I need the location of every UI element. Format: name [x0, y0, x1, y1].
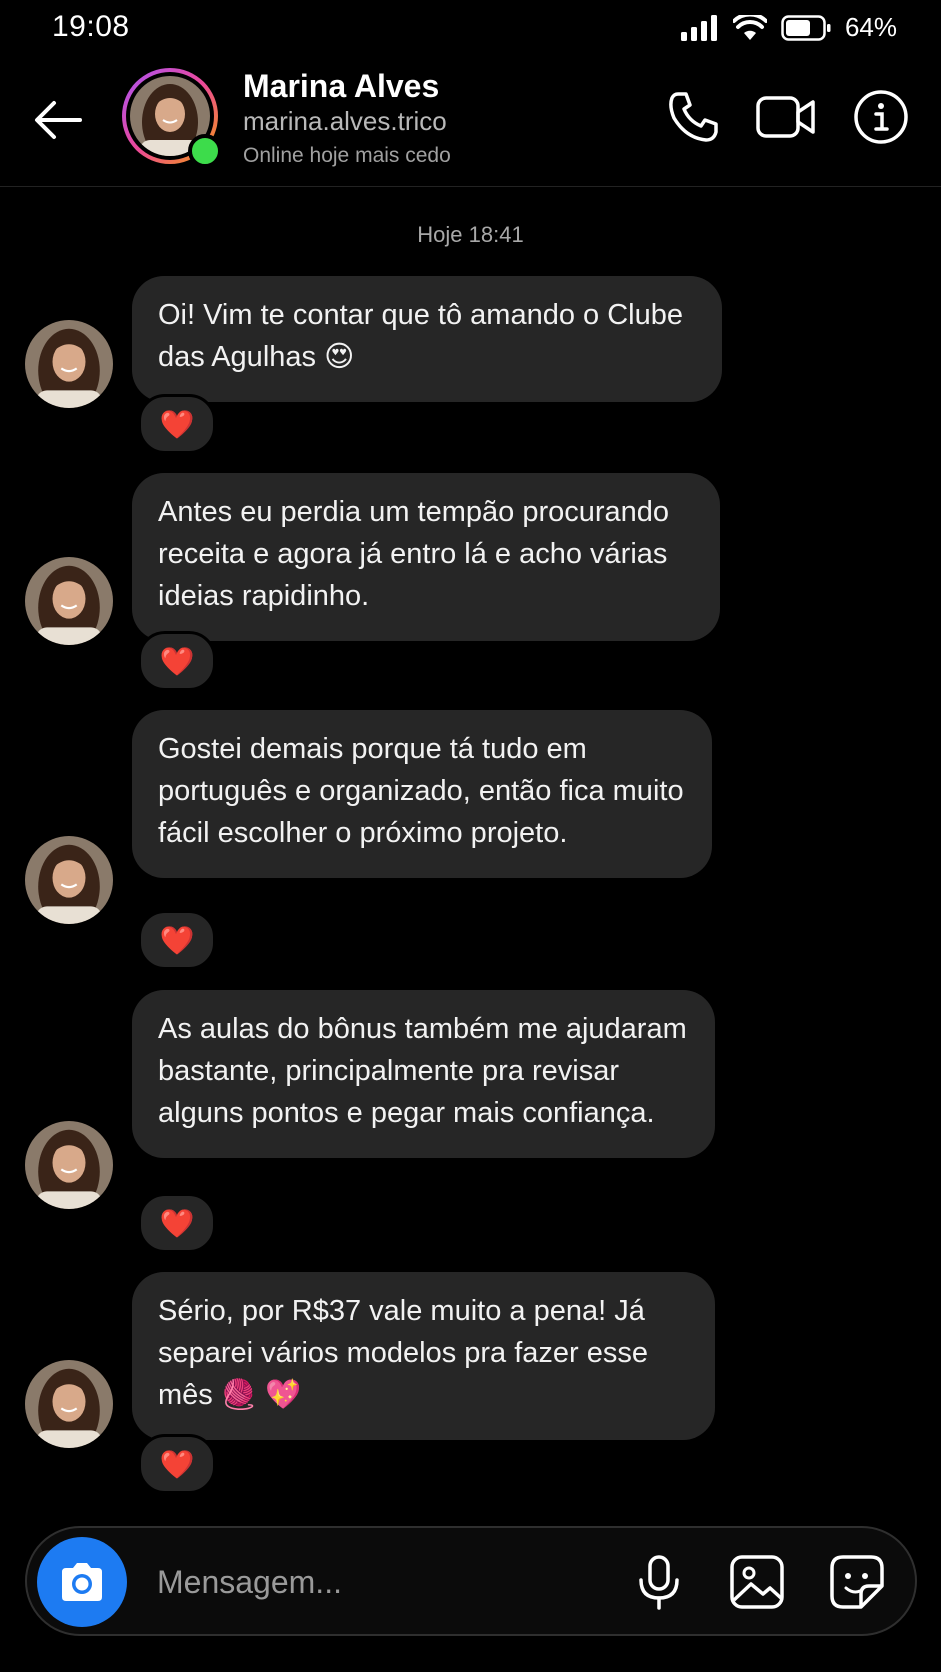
- battery-percent: 64%: [844, 12, 897, 42]
- avatar-image: [25, 1121, 113, 1209]
- avatar-image: [25, 836, 113, 924]
- message-input[interactable]: [155, 1556, 599, 1608]
- phone-icon: [669, 92, 718, 142]
- voice-message-button[interactable]: [629, 1552, 689, 1612]
- message-reaction[interactable]: ❤️: [138, 631, 216, 691]
- message-bubble[interactable]: Oi! Vim te contar que tô amando o Clube …: [132, 276, 722, 402]
- status-indicators: 64%: [680, 12, 897, 43]
- message-reaction[interactable]: ❤️: [138, 1193, 216, 1253]
- status-time: 19:08: [52, 10, 130, 43]
- message-reaction[interactable]: ❤️: [138, 1434, 216, 1494]
- camera-button[interactable]: [37, 1537, 127, 1627]
- date-separator: Hoje 18:41: [417, 222, 524, 247]
- image-icon: [730, 1555, 784, 1609]
- chat-header: Marina Alves marina.alves.trico Online h…: [0, 58, 941, 187]
- sticker-button[interactable]: [827, 1552, 887, 1612]
- contact-status: Online hoje mais cedo: [243, 144, 451, 167]
- message-bubble[interactable]: Gostei demais porque tá tudo em portuguê…: [132, 710, 712, 878]
- avatar-image: [25, 557, 113, 645]
- avatar[interactable]: [25, 320, 113, 408]
- avatar-image: [25, 320, 113, 408]
- info-button[interactable]: [852, 88, 910, 146]
- arrow-left-icon: [35, 101, 82, 139]
- camera-icon: [62, 1563, 102, 1601]
- message-bubble[interactable]: Antes eu perdia um tempão procurando rec…: [132, 473, 720, 641]
- signal-icon: [680, 14, 717, 41]
- avatar[interactable]: [25, 1360, 113, 1448]
- microphone-icon: [639, 1555, 679, 1610]
- status-bar: 19:08 64%: [0, 0, 941, 58]
- sticker-icon: [830, 1555, 884, 1609]
- back-button[interactable]: [30, 92, 86, 148]
- message-reaction[interactable]: ❤️: [138, 910, 216, 970]
- contact-name[interactable]: Marina Alves: [243, 68, 439, 105]
- message-bubble[interactable]: Sério, por R$37 vale muito a pena! Já se…: [132, 1272, 715, 1440]
- contact-handle[interactable]: marina.alves.trico: [243, 106, 447, 137]
- avatar-image: [25, 1360, 113, 1448]
- message-bubble[interactable]: As aulas do bônus também me ajudaram bas…: [132, 990, 715, 1158]
- avatar[interactable]: [25, 557, 113, 645]
- battery-icon: [781, 14, 831, 41]
- video-camera-icon: [756, 96, 815, 138]
- video-call-button[interactable]: [755, 88, 817, 146]
- info-icon: [854, 90, 908, 144]
- avatar[interactable]: [25, 836, 113, 924]
- avatar[interactable]: [25, 1121, 113, 1209]
- message-reaction[interactable]: ❤️: [138, 394, 216, 454]
- wifi-icon: [732, 14, 767, 40]
- call-button[interactable]: [664, 88, 722, 146]
- online-status-dot: [188, 134, 222, 168]
- gallery-button[interactable]: [727, 1552, 787, 1612]
- message-composer: [25, 1526, 917, 1636]
